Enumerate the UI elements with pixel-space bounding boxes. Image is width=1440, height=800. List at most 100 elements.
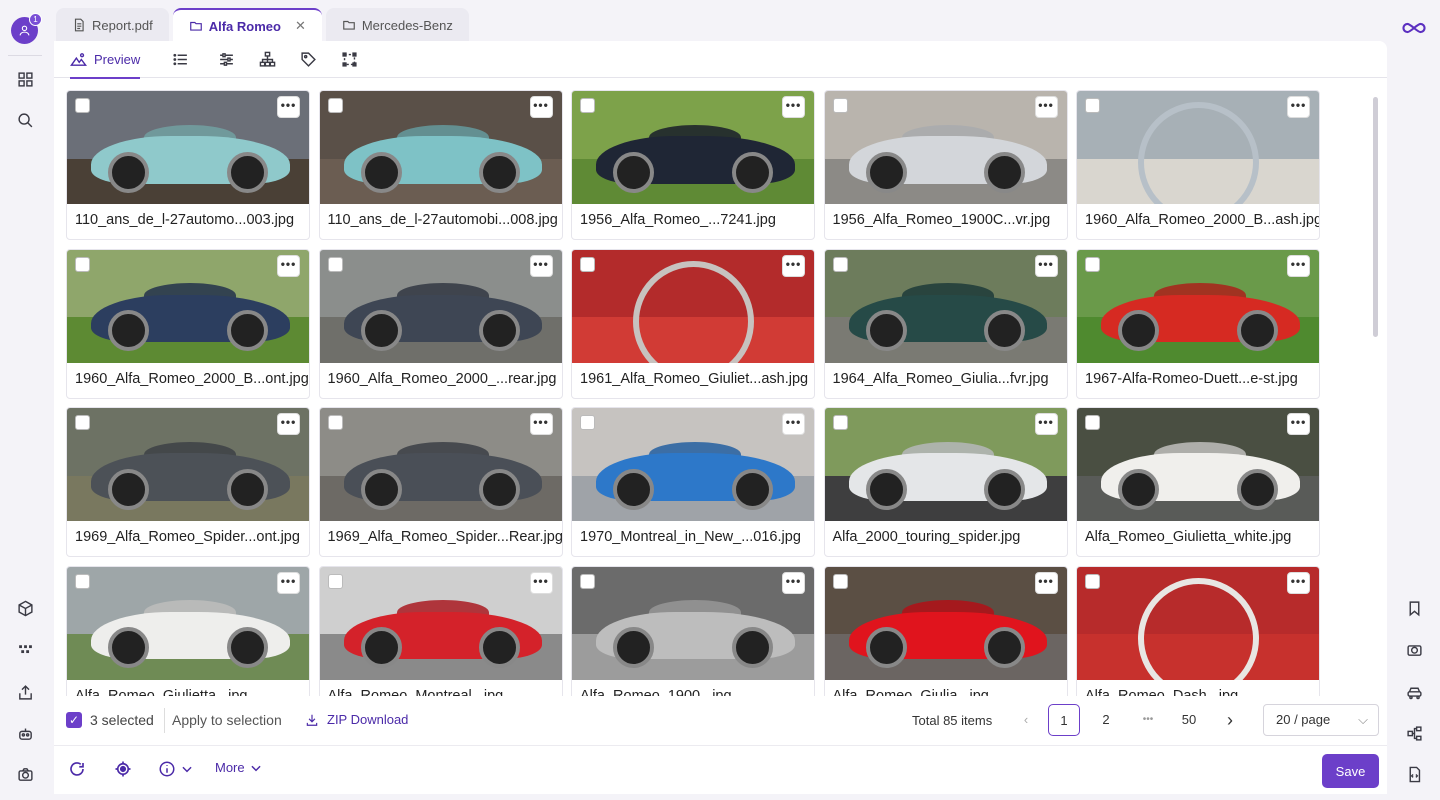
image-card[interactable]: ••• 1964_Alfa_Romeo_Giulia...fvr.jpg [823, 248, 1068, 399]
image-card[interactable]: ••• 1969_Alfa_Romeo_Spider...ont.jpg [66, 407, 310, 557]
tab-report-pdf[interactable]: Report.pdf [56, 8, 169, 42]
more-options-icon[interactable]: ••• [782, 96, 805, 118]
refresh-icon[interactable] [68, 760, 86, 778]
select-all-checkbox[interactable]: ✓ [66, 712, 82, 728]
robot-icon[interactable] [13, 721, 37, 745]
prev-page-icon[interactable]: ‹ [1010, 704, 1042, 736]
image-thumbnail[interactable] [319, 408, 562, 521]
image-thumbnail[interactable] [572, 566, 814, 680]
more-options-icon[interactable]: ••• [1287, 413, 1310, 435]
image-card[interactable]: ••• Alfa_Romeo_Giulia...jpg [823, 565, 1068, 696]
page-ellipsis[interactable]: ••• [1132, 704, 1164, 736]
image-checkbox[interactable] [1085, 256, 1100, 272]
image-card[interactable]: ••• 110_ans_de_l-27automo...003.jpg [66, 90, 310, 240]
image-checkbox[interactable] [1085, 98, 1100, 113]
tab-preview[interactable]: Preview [70, 41, 141, 79]
more-options-icon[interactable]: ••• [782, 413, 805, 435]
more-options-icon[interactable]: ••• [529, 571, 553, 594]
image-thumbnail[interactable] [824, 249, 1067, 363]
image-thumbnail[interactable] [824, 91, 1067, 204]
more-options-icon[interactable]: ••• [277, 254, 300, 277]
more-options-icon[interactable]: ••• [1287, 254, 1310, 277]
more-options-icon[interactable]: ••• [277, 571, 300, 594]
tab-alfa-romeo[interactable]: Alfa Romeo ✕ [172, 8, 322, 42]
more-options-icon[interactable]: ••• [529, 413, 553, 435]
more-options-icon[interactable]: ••• [1287, 96, 1310, 118]
workflow-icon[interactable] [1402, 721, 1426, 745]
image-card[interactable]: ••• Alfa_Romeo_1900...jpg [571, 565, 815, 696]
image-checkbox[interactable] [75, 256, 90, 272]
more-options-icon[interactable]: ••• [1287, 571, 1310, 594]
grid-scrollbar[interactable] [1373, 97, 1378, 337]
image-thumbnail[interactable] [67, 249, 309, 363]
tab-mercedes-benz[interactable]: Mercedes-Benz [325, 8, 469, 42]
bookmark-icon[interactable] [1402, 596, 1426, 620]
sliders-icon[interactable] [218, 41, 235, 78]
image-checkbox[interactable] [832, 573, 848, 589]
image-thumbnail[interactable] [319, 249, 562, 363]
page-2[interactable]: 2 [1090, 704, 1122, 736]
info-dropdown[interactable] [158, 760, 194, 778]
more-options-icon[interactable]: ••• [277, 413, 300, 435]
more-options-icon[interactable]: ••• [782, 571, 805, 594]
more-options-icon[interactable]: ••• [277, 96, 300, 118]
image-thumbnail[interactable] [824, 408, 1067, 521]
image-card[interactable]: ••• 1967-Alfa-Romeo-Duett...e-st.jpg [1076, 248, 1320, 399]
image-thumbnail[interactable] [1077, 91, 1319, 204]
image-thumbnail[interactable] [67, 408, 309, 521]
image-checkbox[interactable] [327, 573, 343, 589]
image-checkbox[interactable] [1085, 573, 1100, 589]
tag-icon[interactable] [300, 41, 317, 78]
image-card[interactable]: ••• Alfa_Romeo_Giulietta...jpg [66, 565, 310, 696]
image-card[interactable]: ••• 1970_Montreal_in_New_...016.jpg [571, 407, 815, 557]
more-options-icon[interactable]: ••• [1034, 96, 1058, 118]
car-icon[interactable] [1402, 680, 1426, 704]
page-size-select[interactable]: 20 / page ⌵ [1263, 704, 1379, 736]
image-checkbox[interactable] [75, 98, 90, 113]
save-button[interactable]: Save [1322, 754, 1379, 788]
image-checkbox[interactable] [1085, 415, 1100, 430]
image-checkbox[interactable] [580, 415, 595, 430]
apply-to-selection-button[interactable]: Apply to selection [172, 712, 282, 728]
image-card[interactable]: ••• Alfa_Romeo_Giulietta_white.jpg [1076, 407, 1320, 557]
bounding-box-icon[interactable] [341, 41, 358, 78]
more-options-icon[interactable]: ••• [782, 254, 805, 277]
image-card[interactable]: ••• Alfa_Romeo_Dash...jpg [1076, 565, 1320, 696]
image-thumbnail[interactable] [1077, 249, 1319, 363]
hierarchy-icon[interactable] [259, 41, 276, 78]
image-thumbnail[interactable] [319, 566, 562, 680]
image-checkbox[interactable] [832, 98, 848, 113]
image-thumbnail[interactable] [67, 91, 309, 204]
more-options-icon[interactable]: ••• [1034, 254, 1058, 277]
search-icon[interactable] [13, 108, 37, 132]
image-checkbox[interactable] [580, 573, 595, 589]
image-thumbnail[interactable] [67, 566, 309, 680]
image-card[interactable]: ••• 1960_Alfa_Romeo_2000_B...ont.jpg [66, 248, 310, 399]
image-checkbox[interactable] [327, 256, 343, 272]
image-card[interactable]: ••• 1956_Alfa_Romeo_1900C...vr.jpg [823, 90, 1068, 240]
more-options-icon[interactable]: ••• [1034, 413, 1058, 435]
image-card[interactable]: ••• 1960_Alfa_Romeo_2000_...rear.jpg [318, 248, 563, 399]
more-options-icon[interactable]: ••• [529, 96, 553, 118]
next-page-icon[interactable]: › [1214, 704, 1246, 736]
image-checkbox[interactable] [580, 256, 595, 272]
more-menu[interactable]: More [215, 760, 263, 775]
image-card[interactable]: ••• Alfa_2000_touring_spider.jpg [823, 407, 1068, 557]
close-icon[interactable]: ✕ [295, 18, 306, 34]
image-thumbnail[interactable] [824, 566, 1067, 680]
more-options-icon[interactable]: ••• [529, 254, 553, 277]
image-card[interactable]: ••• 1956_Alfa_Romeo_...7241.jpg [571, 90, 815, 240]
image-card[interactable]: ••• 1969_Alfa_Romeo_Spider...Rear.jpg [318, 407, 563, 557]
cube-icon[interactable] [13, 596, 37, 620]
page-1[interactable]: 1 [1048, 704, 1080, 736]
image-thumbnail[interactable] [572, 91, 814, 204]
target-icon[interactable] [114, 760, 132, 778]
list-view-icon[interactable] [172, 41, 189, 78]
image-checkbox[interactable] [75, 415, 90, 430]
image-thumbnail[interactable] [319, 91, 562, 204]
screenshot-icon[interactable] [1402, 637, 1426, 661]
image-thumbnail[interactable] [572, 408, 814, 521]
upload-icon[interactable] [13, 680, 37, 704]
image-checkbox[interactable] [580, 98, 595, 113]
image-thumbnail[interactable] [572, 249, 814, 363]
